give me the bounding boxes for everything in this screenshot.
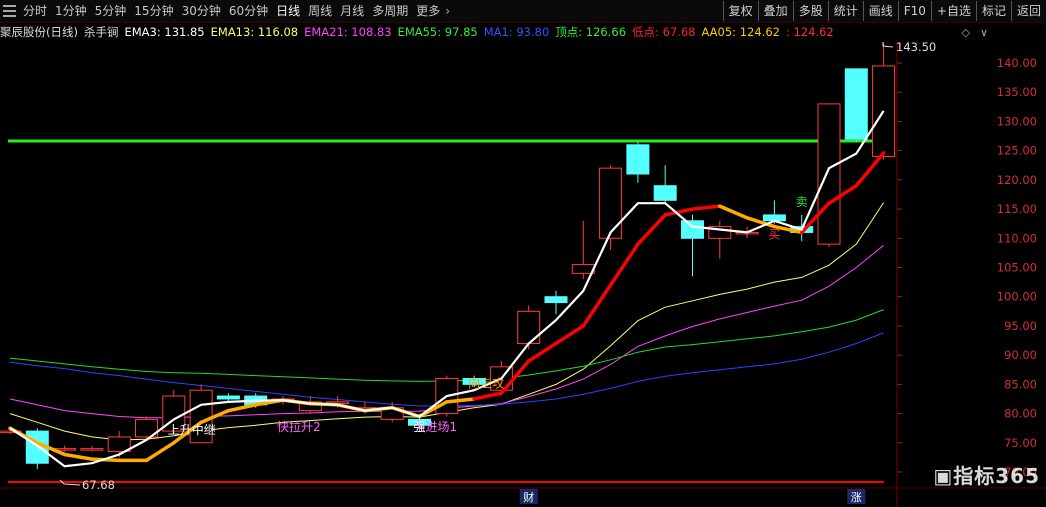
line-aa05-seg <box>608 242 640 287</box>
line-aa05-seg <box>554 324 586 346</box>
line-aa05-seg <box>526 341 558 363</box>
price-chart[interactable]: 140.00 135.00 130.00 125.00 120.00 115.00 110.… <box>0 0 1046 507</box>
line-aa05-seg <box>144 441 176 463</box>
candle-body <box>817 103 841 245</box>
y-tick-label: 75.00 <box>1004 436 1037 450</box>
candle-body <box>681 220 704 239</box>
signal-label: 卖 <box>796 195 808 209</box>
y-tick-label: 125.00 <box>997 144 1037 158</box>
max-pointer <box>882 42 894 48</box>
line-aa05-seg <box>636 213 667 246</box>
y-tick-label: 140.00 <box>997 56 1037 70</box>
line-aa05-seg <box>690 204 722 211</box>
line-aa05-seg <box>226 403 258 413</box>
line-aa05-seg <box>62 452 94 461</box>
y-tick-label: 90.00 <box>1004 348 1037 362</box>
signal-label: 向上攻 <box>468 375 504 390</box>
y-tick-label: 85.00 <box>1004 377 1037 391</box>
y-tick-label: 110.00 <box>997 231 1037 245</box>
line-aa05-seg <box>581 283 613 328</box>
y-tick-label: 130.00 <box>997 114 1037 128</box>
y-tick-label: 95.00 <box>1004 319 1037 333</box>
logo: ▣指标365 <box>933 464 1040 488</box>
line-aa05-seg <box>472 391 504 401</box>
candle-body <box>653 185 677 201</box>
signal-label: 买 <box>768 227 780 241</box>
candle-body <box>626 144 650 175</box>
y-tick-label: 135.00 <box>997 85 1037 99</box>
line-ema55 <box>9 309 884 382</box>
axis-badge-label: 涨 <box>851 491 862 504</box>
y-tick-label: 115.00 <box>997 202 1037 216</box>
signal-label: 上升中继 <box>168 422 216 437</box>
signal-label: 强 <box>414 420 426 434</box>
candle-body <box>844 68 868 140</box>
candle-body <box>517 310 541 344</box>
y-tick-label: 100.00 <box>997 290 1037 304</box>
signal-label: 快拉升2 <box>277 419 321 434</box>
min-price-label: 67.68 <box>82 478 115 492</box>
candle-body <box>80 448 104 451</box>
y-tick-label: 120.00 <box>997 173 1037 187</box>
line-aa05-seg <box>854 151 886 188</box>
y-tick-label: 80.00 <box>1004 407 1037 421</box>
line-aa05-seg <box>718 204 749 220</box>
candle-body <box>216 395 240 400</box>
candle-body <box>599 167 623 239</box>
y-tick-label: 105.00 <box>997 261 1037 275</box>
max-price-label: 143.50 <box>896 40 936 54</box>
axis-badge-label: 财 <box>523 490 534 504</box>
candle-body <box>544 296 568 304</box>
